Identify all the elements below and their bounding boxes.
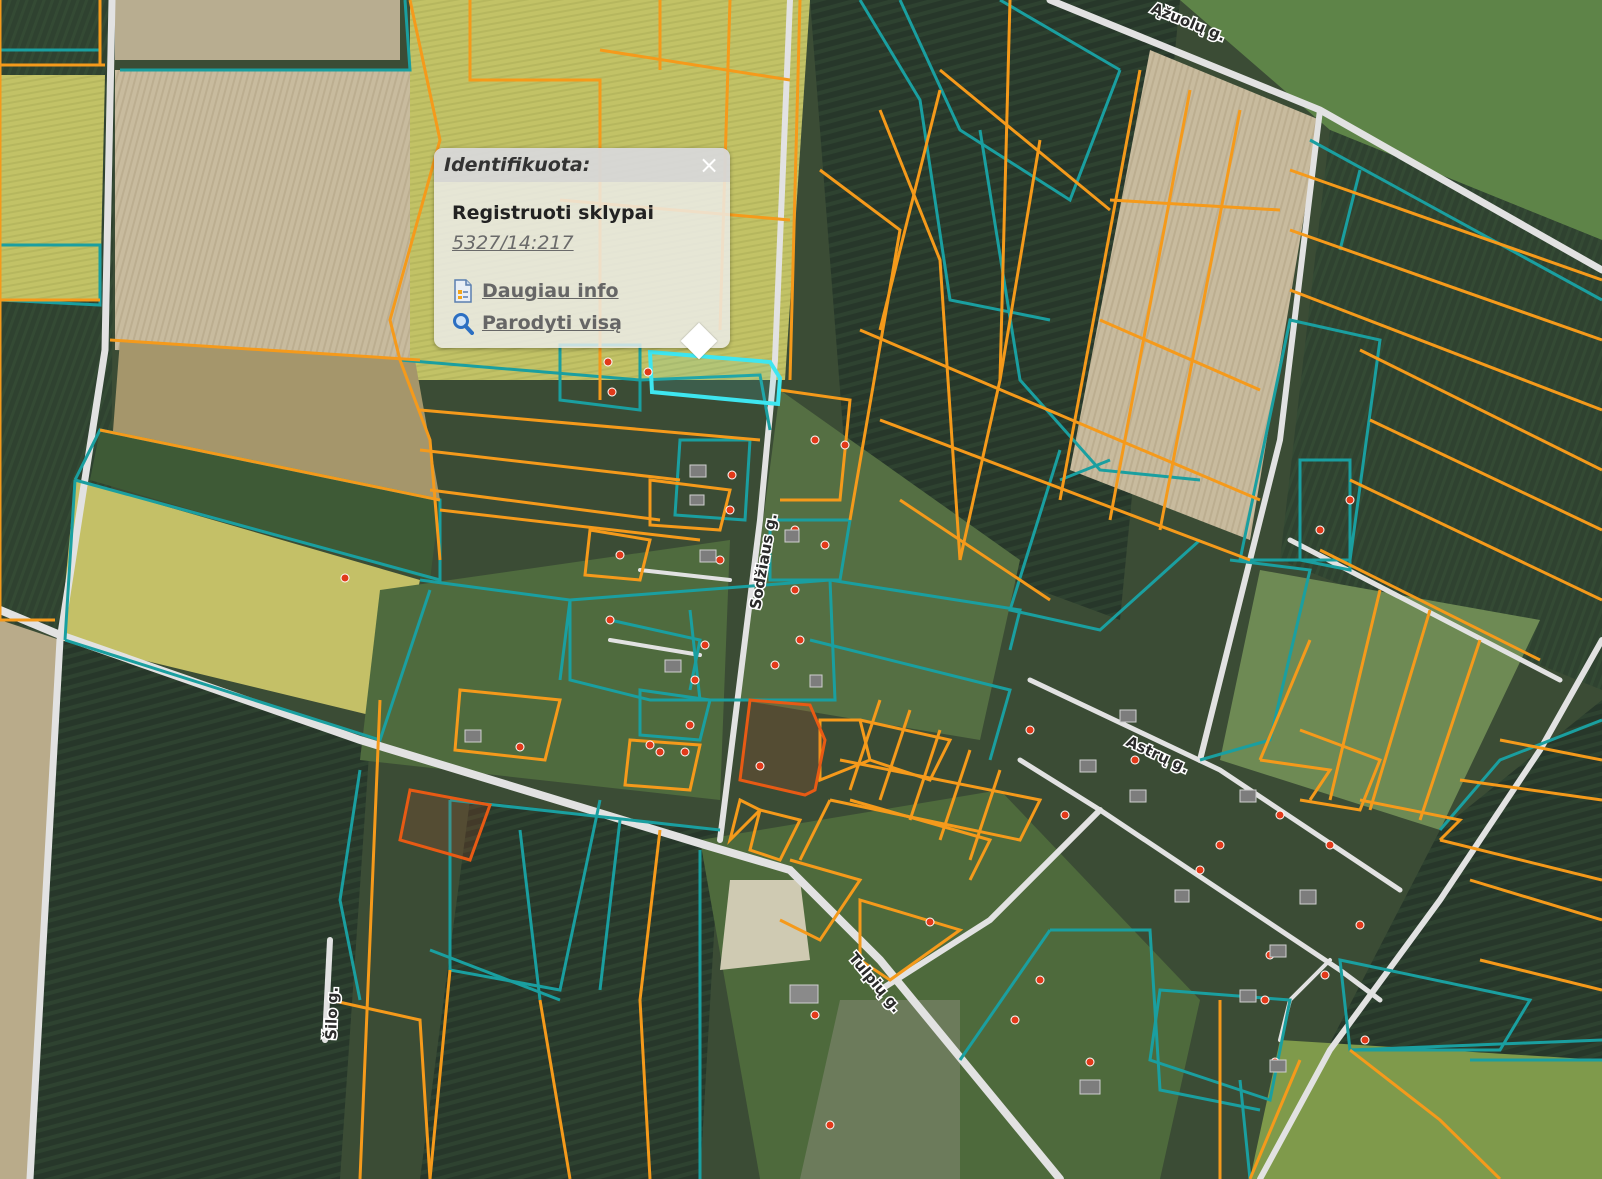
map-canvas[interactable]: Sodžiaus g. Astrų g. Tulpių g. Ąžuolų g.…: [0, 0, 1602, 1179]
layer-name: Registruoti sklypai: [452, 202, 654, 224]
road-label-5: Šilo g.: [321, 986, 342, 1040]
more-info-label[interactable]: Daugiau info: [482, 280, 619, 302]
show-all-label[interactable]: Parodyti visą: [482, 312, 622, 334]
close-icon[interactable]: ×: [698, 153, 720, 177]
magnifier-icon: [452, 311, 474, 335]
identification-popup: Identifikuota: × Registruoti sklypai 532…: [434, 148, 730, 360]
popup-title: Identifikuota:: [434, 148, 730, 182]
more-info-link[interactable]: Daugiau info: [452, 278, 619, 304]
show-all-link[interactable]: Parodyti visą: [452, 310, 622, 336]
parcel-number-link[interactable]: 5327/14:217: [452, 232, 574, 254]
document-icon: [452, 279, 474, 303]
